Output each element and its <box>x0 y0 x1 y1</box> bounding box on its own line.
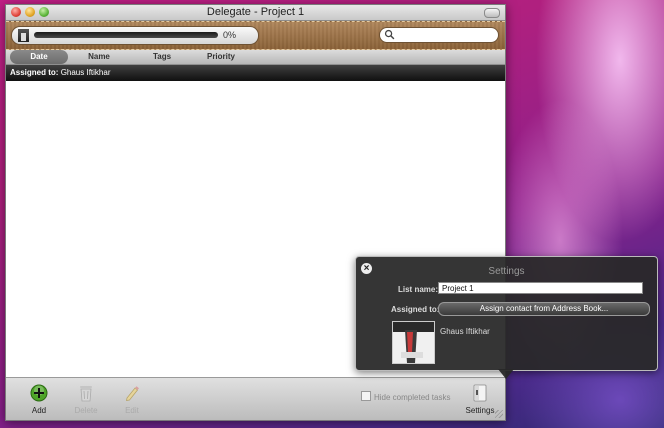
column-header-bar: Date Name Tags Priority <box>6 50 505 65</box>
pencil-icon <box>125 386 139 401</box>
delete-button[interactable]: Delete <box>66 384 106 415</box>
bottom-toolbar: Add Delete Edit Hide completed tasks Set… <box>6 377 505 420</box>
edit-label: Edit <box>125 406 139 415</box>
contact-photo-icon <box>393 322 434 363</box>
assign-contact-button[interactable]: Assign contact from Address Book... <box>438 302 650 316</box>
hide-completed-checkbox[interactable] <box>361 391 371 401</box>
close-window-button[interactable] <box>11 7 21 17</box>
column-priority[interactable]: Priority <box>198 50 244 64</box>
column-tags[interactable]: Tags <box>142 50 182 64</box>
column-date[interactable]: Date <box>10 50 68 64</box>
hide-completed-toggle[interactable]: Hide completed tasks <box>361 391 450 402</box>
assigned-to-label: Assigned to: <box>391 305 440 314</box>
search-field[interactable] <box>379 27 499 43</box>
edit-button[interactable]: Edit <box>112 384 152 415</box>
settings-popover: × Settings List name: Assigned to: Assig… <box>355 256 658 371</box>
hide-completed-label: Hide completed tasks <box>374 393 451 402</box>
popover-arrow <box>498 369 514 379</box>
assigned-bar: Assigned to: Ghaus Iftikhar <box>6 65 505 81</box>
search-input[interactable] <box>396 29 492 40</box>
header-bar: 0% <box>6 21 505 50</box>
list-name-label: List name: <box>398 285 439 294</box>
user-avatar-icon <box>18 29 29 42</box>
settings-icon <box>473 384 487 402</box>
window-title: Delegate - Project 1 <box>206 6 305 18</box>
add-icon <box>30 384 48 402</box>
settings-label: Settings <box>465 406 495 415</box>
zoom-window-button[interactable] <box>39 7 49 17</box>
title-bar[interactable]: Delegate - Project 1 <box>6 5 505 21</box>
delete-label: Delete <box>74 406 98 415</box>
toolbar-toggle-button[interactable] <box>484 8 500 18</box>
settings-button[interactable]: Settings <box>460 384 500 415</box>
assigned-name: Ghaus Iftikhar <box>60 68 111 77</box>
list-name-input[interactable] <box>438 282 643 294</box>
progress-label: 0% <box>223 30 237 40</box>
progress-bar <box>34 32 218 38</box>
add-label: Add <box>31 406 47 415</box>
search-icon <box>384 29 395 40</box>
assigned-label: Assigned to: <box>10 68 59 77</box>
contact-photo <box>392 321 435 364</box>
contact-name: Ghaus Iftikhar <box>440 327 490 336</box>
settings-title: Settings <box>488 266 525 277</box>
column-name[interactable]: Name <box>76 50 122 64</box>
add-button[interactable]: Add <box>19 384 59 415</box>
trash-icon <box>80 386 92 402</box>
progress-pill: 0% <box>11 26 259 45</box>
resize-grip[interactable] <box>495 410 503 418</box>
minimize-window-button[interactable] <box>25 7 35 17</box>
